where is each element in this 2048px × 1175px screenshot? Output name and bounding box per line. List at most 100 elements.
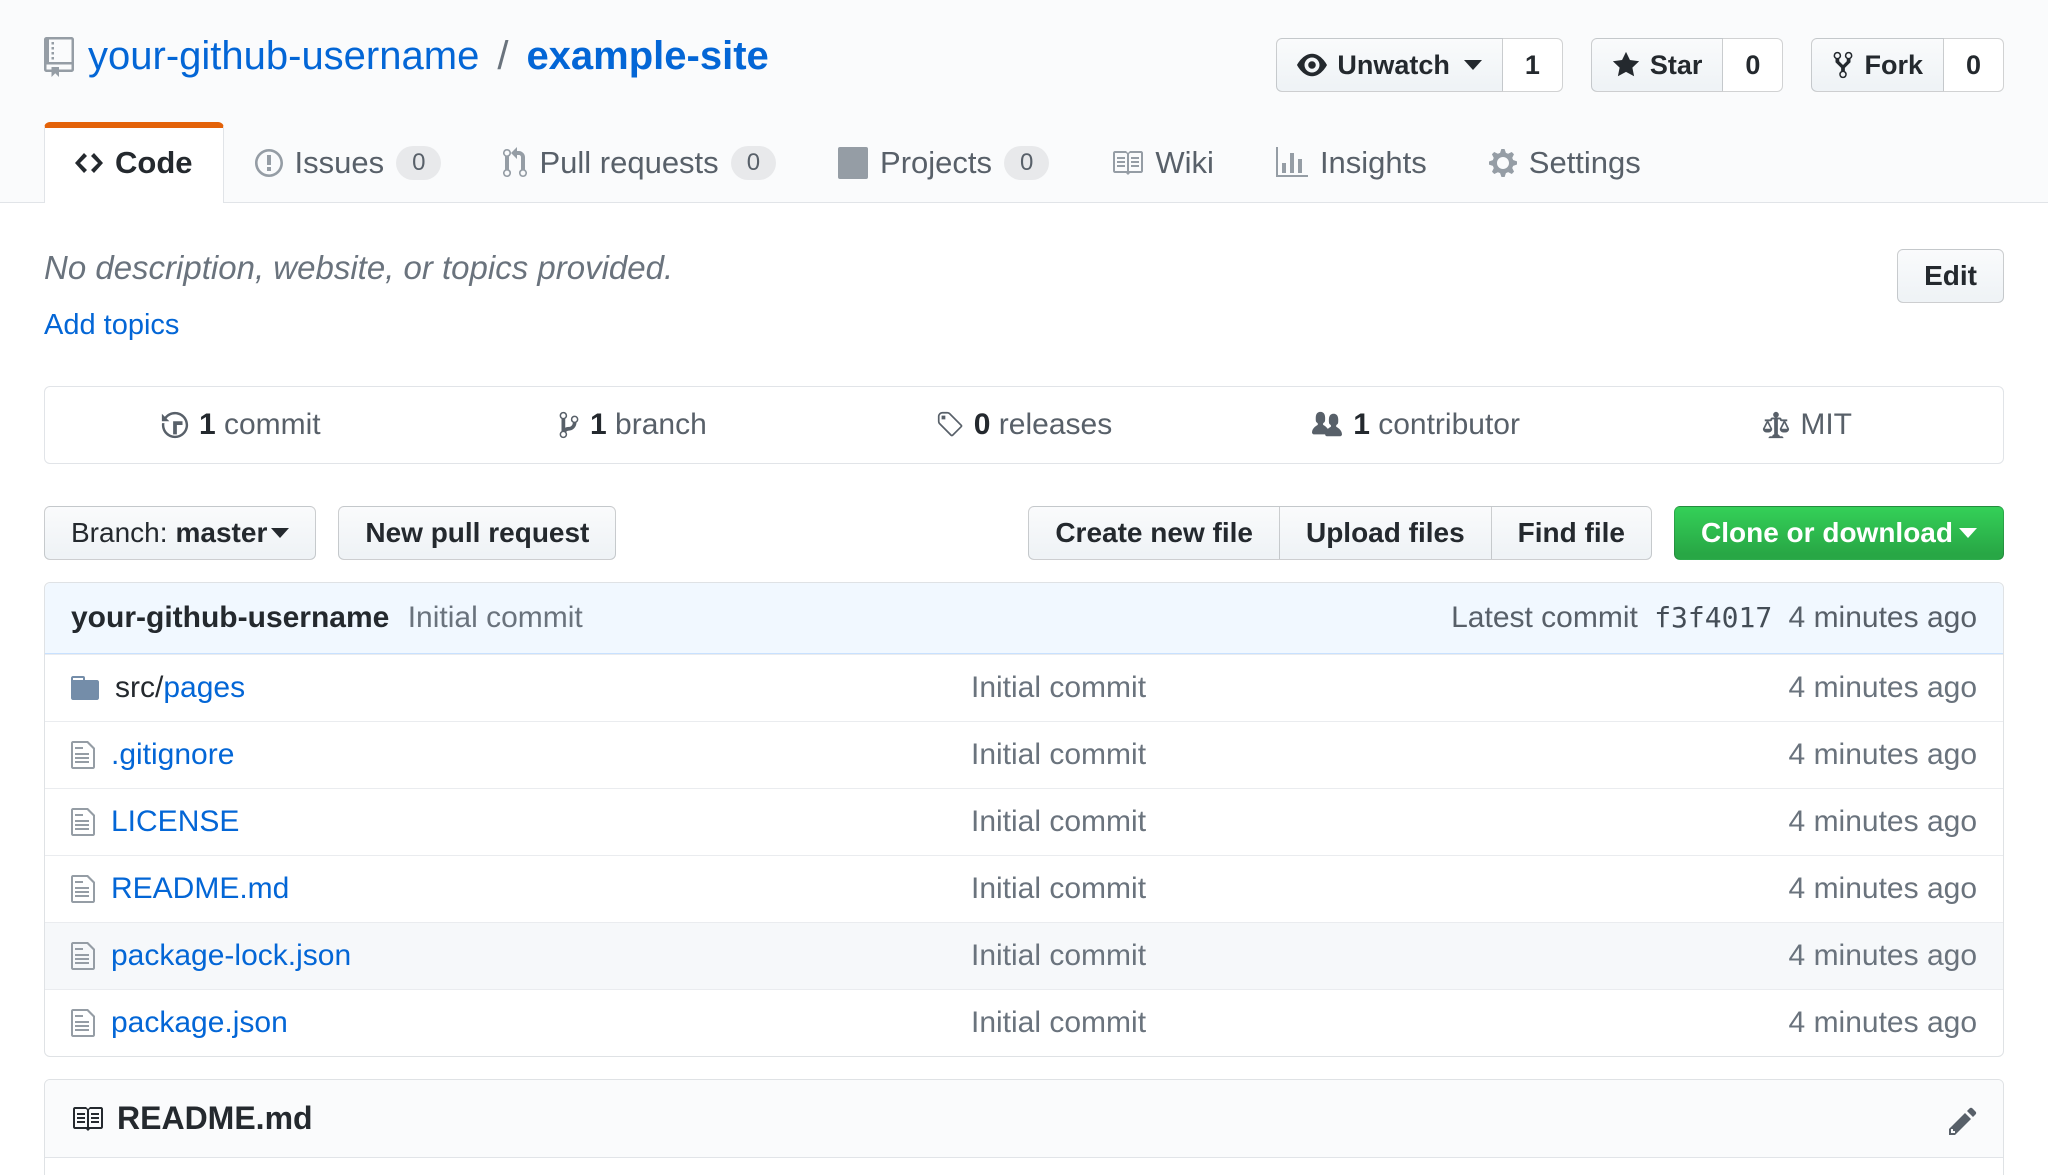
latest-commit-bar: your-github-username Initial commit Late…	[45, 583, 2003, 654]
file-link[interactable]: README.md	[111, 872, 289, 905]
file-icon	[71, 940, 95, 972]
folder-icon	[71, 672, 99, 704]
tab-pulls-label: Pull requests	[539, 145, 718, 181]
repo-book-icon	[44, 37, 74, 77]
star-group: Star 0	[1591, 38, 1784, 92]
edit-readme-button[interactable]	[1949, 1100, 1977, 1137]
tab-insights[interactable]: Insights	[1245, 122, 1458, 203]
commit-time: 4 minutes ago	[1789, 601, 1977, 634]
tab-issues-label: Issues	[295, 145, 385, 181]
unwatch-button[interactable]: Unwatch	[1276, 38, 1503, 92]
tab-projects[interactable]: Projects 0	[807, 122, 1080, 203]
commit-message-link[interactable]: Initial commit	[408, 601, 583, 634]
tab-issues[interactable]: Issues 0	[224, 122, 473, 203]
git-pull-request-icon	[503, 147, 527, 179]
contributors-label: contributor	[1378, 408, 1520, 441]
row-commit-message[interactable]: Initial commit	[971, 805, 1557, 839]
branches-stat[interactable]: 1 branch	[437, 408, 829, 442]
branches-count: 1	[590, 408, 607, 441]
tab-insights-label: Insights	[1320, 145, 1427, 181]
row-commit-time: 4 minutes ago	[1557, 872, 1977, 906]
releases-stat[interactable]: 0 releases	[828, 408, 1220, 442]
file-link[interactable]: .gitignore	[111, 738, 234, 771]
file-link[interactable]: LICENSE	[111, 805, 239, 838]
gear-icon	[1489, 147, 1517, 179]
tab-wiki[interactable]: Wiki	[1080, 122, 1245, 203]
table-row: LICENSE Initial commit 4 minutes ago	[45, 788, 2003, 855]
tab-pull-requests[interactable]: Pull requests 0	[472, 122, 807, 203]
license-label: MIT	[1800, 408, 1852, 442]
find-file-button[interactable]: Find file	[1491, 506, 1652, 560]
book-icon	[71, 1103, 103, 1135]
star-button[interactable]: Star	[1591, 38, 1724, 92]
commits-stat[interactable]: 1 commit	[45, 408, 437, 442]
star-label: Star	[1650, 50, 1703, 81]
tab-code[interactable]: Code	[44, 122, 224, 203]
caret-down-icon	[1464, 60, 1482, 70]
table-row: .gitignore Initial commit 4 minutes ago	[45, 721, 2003, 788]
graph-icon	[1276, 147, 1308, 179]
row-commit-message[interactable]: Initial commit	[971, 872, 1557, 906]
edit-description-button[interactable]: Edit	[1897, 249, 2004, 303]
code-icon	[75, 147, 103, 179]
row-commit-message[interactable]: Initial commit	[971, 1006, 1557, 1040]
tab-settings[interactable]: Settings	[1458, 122, 1672, 203]
star-icon	[1612, 50, 1640, 80]
eye-icon	[1297, 50, 1327, 80]
pencil-icon	[1949, 1105, 1977, 1137]
file-icon	[71, 873, 95, 905]
file-path-prefix[interactable]: src/	[115, 671, 163, 704]
law-icon	[1762, 410, 1790, 440]
file-link[interactable]: pages	[163, 671, 245, 704]
project-icon	[838, 147, 868, 179]
row-commit-time: 4 minutes ago	[1557, 1006, 1977, 1040]
fork-button[interactable]: Fork	[1811, 38, 1944, 92]
row-commit-message[interactable]: Initial commit	[971, 671, 1557, 705]
breadcrumb-separator: /	[493, 34, 512, 79]
commit-sha-link[interactable]: f3f4017	[1654, 601, 1772, 634]
file-link[interactable]: package-lock.json	[111, 939, 351, 972]
file-link[interactable]: package.json	[111, 1006, 288, 1039]
repo-owner-link[interactable]: your-github-username	[88, 34, 479, 79]
contributors-stat[interactable]: 1 contributor	[1220, 408, 1612, 442]
clone-or-download-button[interactable]: Clone or download	[1674, 506, 2004, 560]
file-browser: your-github-username Initial commit Late…	[44, 582, 2004, 1057]
file-actions-group: Create new file Upload files Find file	[1028, 506, 1652, 560]
readme-title: README.md	[117, 1100, 313, 1137]
issues-counter-badge: 0	[396, 146, 441, 180]
row-commit-time: 4 minutes ago	[1557, 939, 1977, 973]
repo-about: No description, website, or topics provi…	[44, 249, 673, 342]
new-pull-request-button[interactable]: New pull request	[338, 506, 616, 560]
watchers-count[interactable]: 1	[1503, 38, 1563, 92]
fork-icon	[1832, 50, 1854, 80]
add-topics-link[interactable]: Add topics	[44, 309, 673, 342]
tab-projects-label: Projects	[880, 145, 992, 181]
file-icon	[71, 739, 95, 771]
create-new-file-button[interactable]: Create new file	[1028, 506, 1280, 560]
row-commit-message[interactable]: Initial commit	[971, 738, 1557, 772]
row-commit-message[interactable]: Initial commit	[971, 939, 1557, 973]
caret-down-icon	[1959, 528, 1977, 538]
stargazers-count[interactable]: 0	[1723, 38, 1783, 92]
releases-label: releases	[999, 408, 1112, 441]
repo-description: No description, website, or topics provi…	[44, 249, 673, 287]
table-row: package-lock.json Initial commit 4 minut…	[45, 922, 2003, 989]
projects-counter-badge: 0	[1004, 146, 1049, 180]
upload-files-button[interactable]: Upload files	[1279, 506, 1492, 560]
branch-select-button[interactable]: Branch: master	[44, 506, 316, 560]
branch-prefix-label: Branch:	[71, 517, 168, 549]
forks-count[interactable]: 0	[1944, 38, 2004, 92]
tab-settings-label: Settings	[1529, 145, 1641, 181]
license-stat[interactable]: MIT	[1611, 408, 2003, 442]
unwatch-label: Unwatch	[1337, 50, 1450, 81]
releases-count: 0	[974, 408, 991, 441]
watch-group: Unwatch 1	[1276, 38, 1563, 92]
tab-code-label: Code	[115, 145, 193, 181]
contributors-count: 1	[1353, 408, 1370, 441]
commit-author-link[interactable]: your-github-username	[71, 601, 389, 634]
repo-name-link[interactable]: example-site	[526, 34, 768, 79]
table-row: src/pages Initial commit 4 minutes ago	[45, 654, 2003, 721]
git-branch-icon	[558, 410, 580, 440]
pulls-counter-badge: 0	[731, 146, 776, 180]
branches-label: branch	[615, 408, 707, 441]
